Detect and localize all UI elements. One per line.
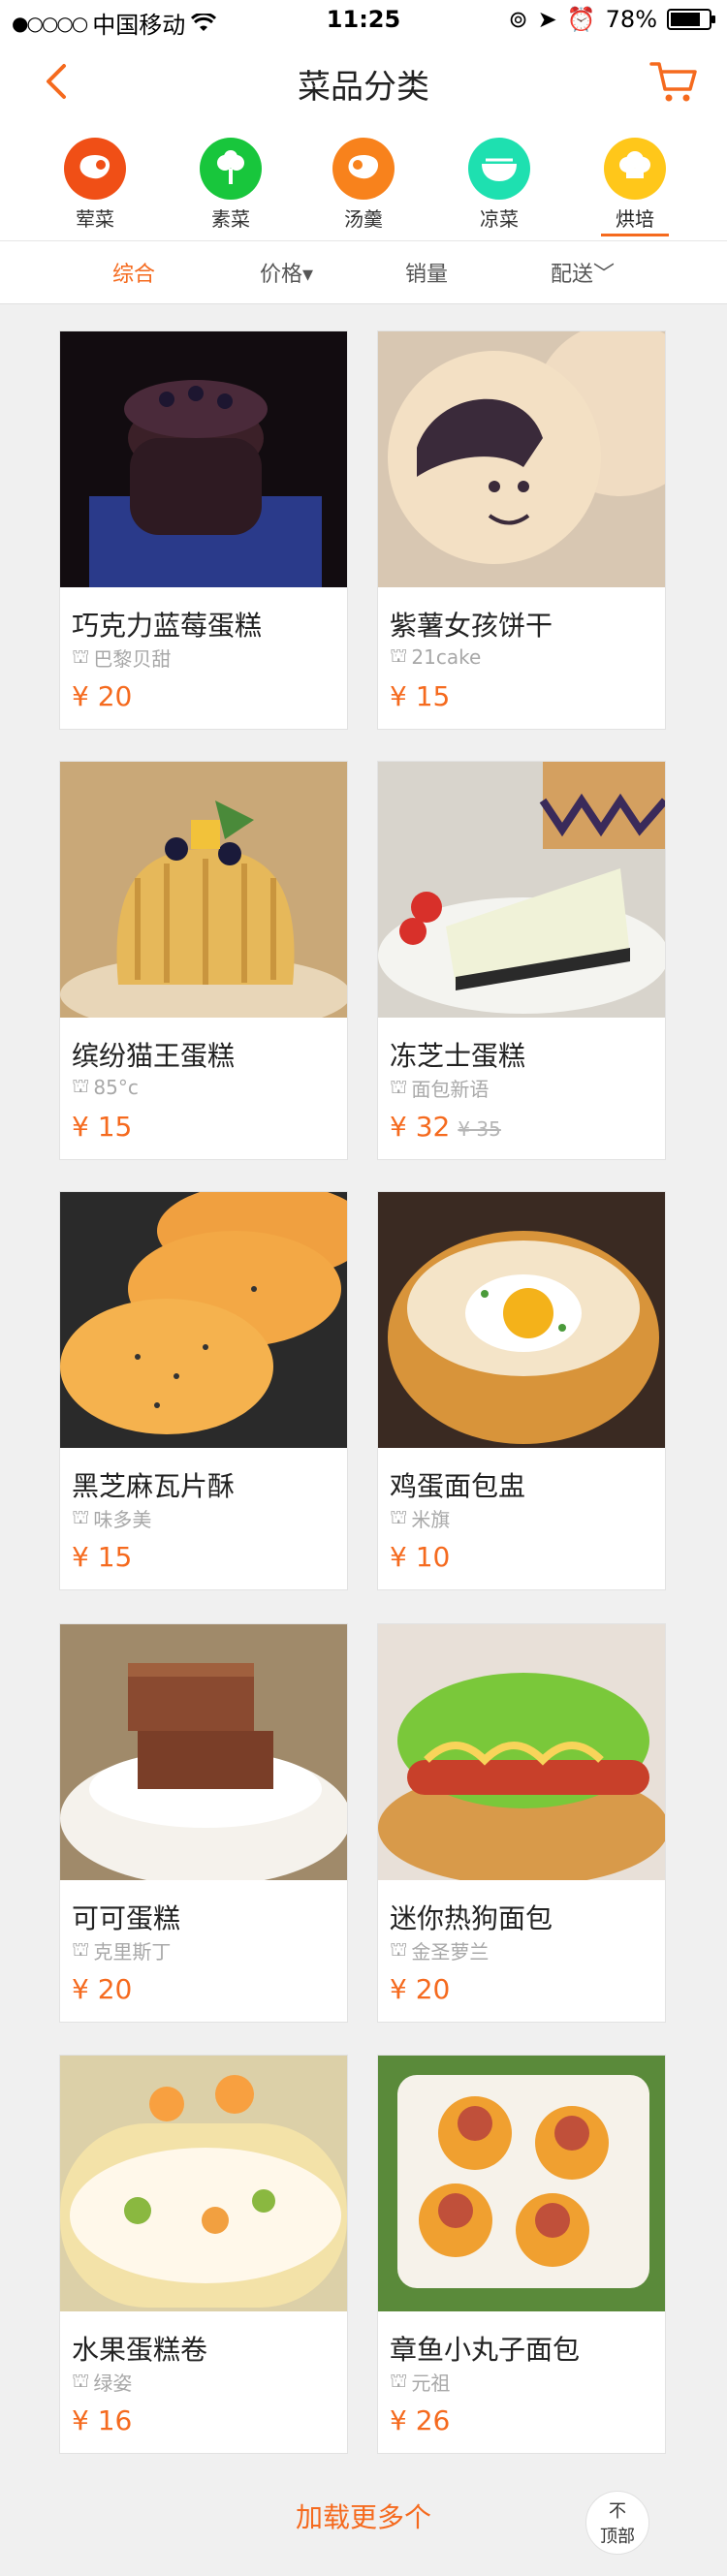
product-name: 鸡蛋面包盅 [390,1470,526,1502]
location-icon: ➤ [537,6,557,33]
product-price: ¥ 32 ¥ 35 [390,1111,501,1143]
rotation-lock-icon: ⊚ [508,6,528,33]
chef-hat-icon [604,138,666,200]
product-brand: ⛫ 21cake [390,644,482,669]
product-brand: ⛫ 85°c [72,1074,139,1099]
meat-icon [64,138,126,200]
product-brand: ⛫ 克里斯丁 [72,1937,172,1963]
product-price: ¥ 15 [72,1541,133,1573]
product-card[interactable]: 可可蛋糕 ⛫ 克里斯丁 ¥ 20 [59,1623,348,2023]
product-price: ¥ 26 [390,2404,451,2436]
product-name: 水果蛋糕卷 [72,2334,208,2366]
product-card[interactable]: 水果蛋糕卷 ⛫ 绿姿 ¥ 16 [59,2055,348,2454]
product-card[interactable]: 紫薯女孩饼干 ⛫ 21cake ¥ 15 [377,330,666,730]
category-cold-dish[interactable]: 凉菜 [446,138,553,240]
navigation-bar: 菜品分类 [0,39,727,125]
category-bar: 荤菜 素菜 汤羹 凉菜 烘培 [0,124,727,241]
product-name: 巧克力蓝莓蛋糕 [72,610,263,642]
vegetable-icon [200,138,262,200]
back-to-top-button[interactable]: 不 顶部 [585,2491,649,2555]
shop-icon: ⛫ [390,1937,408,1961]
product-photo [378,331,665,587]
product-brand: ⛫ 金圣萝兰 [390,1937,490,1963]
soup-icon [332,138,395,200]
alarm-icon: ⏰ [566,6,596,33]
category-label: 烘培 [616,207,654,231]
product-name: 可可蛋糕 [72,1902,181,1934]
status-bar: ●○○○○ 中国移动 11:25 ⊚ ➤ ⏰ 78% [0,0,727,39]
product-card[interactable]: 章鱼小丸子面包 ⛫ 元祖 ¥ 26 [377,2055,666,2454]
product-price: ¥ 20 [390,1973,451,2005]
shop-icon: ⛫ [390,1505,408,1528]
product-name: 迷你热狗面包 [390,1902,553,1934]
product-price: ¥ 10 [390,1541,451,1573]
sort-delivery[interactable]: 配送﹀ [551,257,615,288]
original-price: ¥ 35 [458,1117,501,1141]
category-bakery[interactable]: 烘培 [582,138,688,240]
product-name: 紫薯女孩饼干 [390,610,553,642]
product-card[interactable]: 黑芝麻瓦片酥 ⛫ 味多美 ¥ 15 [59,1191,348,1590]
shop-icon: ⛫ [390,2369,408,2392]
product-card[interactable]: 缤纷猫王蛋糕 ⛫ 85°c ¥ 15 [59,761,348,1160]
product-photo [60,331,347,587]
product-price: ¥ 16 [72,2404,133,2436]
product-photo [378,1192,665,1448]
product-name: 缤纷猫王蛋糕 [72,1040,236,1072]
product-brand: ⛫ 米旗 [390,1505,451,1531]
sort-default[interactable]: 综合 [112,257,155,288]
battery-percent: 78% [605,6,657,33]
page-title: 菜品分类 [298,68,429,107]
product-brand: ⛫ 味多美 [72,1505,152,1531]
active-category-indicator [601,234,669,236]
category-meat[interactable]: 荤菜 [42,138,148,240]
shop-icon: ⛫ [72,1074,90,1097]
sort-price[interactable]: 价格▾ [260,257,313,288]
product-name: 冻芝士蛋糕 [390,1040,526,1072]
product-brand: ⛫ 元祖 [390,2369,451,2395]
category-label: 荤菜 [76,207,114,231]
product-photo [378,762,665,1018]
category-soup[interactable]: 汤羹 [310,138,417,240]
product-card[interactable]: 鸡蛋面包盅 ⛫ 米旗 ¥ 10 [377,1191,666,1590]
product-card[interactable]: 迷你热狗面包 ⛫ 金圣萝兰 ¥ 20 [377,1623,666,2023]
product-name: 黑芝麻瓦片酥 [72,1470,236,1502]
product-card[interactable]: 冻芝士蛋糕 ⛫ 面包新语 ¥ 32 ¥ 35 [377,761,666,1160]
shop-icon: ⛫ [72,1505,90,1528]
shop-icon: ⛫ [390,644,408,667]
product-price: ¥ 15 [390,680,451,712]
product-photo [60,2056,347,2311]
back-to-top-icon: 不 [609,2501,626,2522]
product-brand: ⛫ 面包新语 [390,1075,490,1101]
shop-icon: ⛫ [390,1075,408,1098]
sort-filter-bar: 综合 价格▾ 销量 配送﹀ [0,241,727,304]
category-vegetable[interactable]: 素菜 [177,138,284,240]
shop-icon: ⛫ [72,1937,90,1961]
battery-icon [667,9,715,30]
category-label: 素菜 [211,207,250,231]
product-photo [378,2056,665,2311]
product-card[interactable]: 巧克力蓝莓蛋糕 ⛫ 巴黎贝甜 ¥ 20 [59,330,348,730]
product-photo [60,762,347,1018]
cold-dish-icon [468,138,530,200]
back-to-top-label: 顶部 [600,2527,635,2547]
shop-icon: ⛫ [72,644,90,668]
product-price: ¥ 15 [72,1111,133,1143]
category-label: 凉菜 [480,207,519,231]
shop-icon: ⛫ [72,2369,90,2392]
product-price: ¥ 20 [72,1973,133,2005]
shopping-cart-icon[interactable] [649,60,698,105]
product-photo [60,1192,347,1448]
product-photo [378,1624,665,1880]
category-label: 汤羹 [344,207,383,231]
sort-sales[interactable]: 销量 [405,257,448,288]
product-brand: ⛫ 巴黎贝甜 [72,644,172,671]
product-name: 章鱼小丸子面包 [390,2334,581,2366]
product-brand: ⛫ 绿姿 [72,2369,133,2395]
product-price: ¥ 20 [72,680,133,712]
product-photo [60,1624,347,1880]
